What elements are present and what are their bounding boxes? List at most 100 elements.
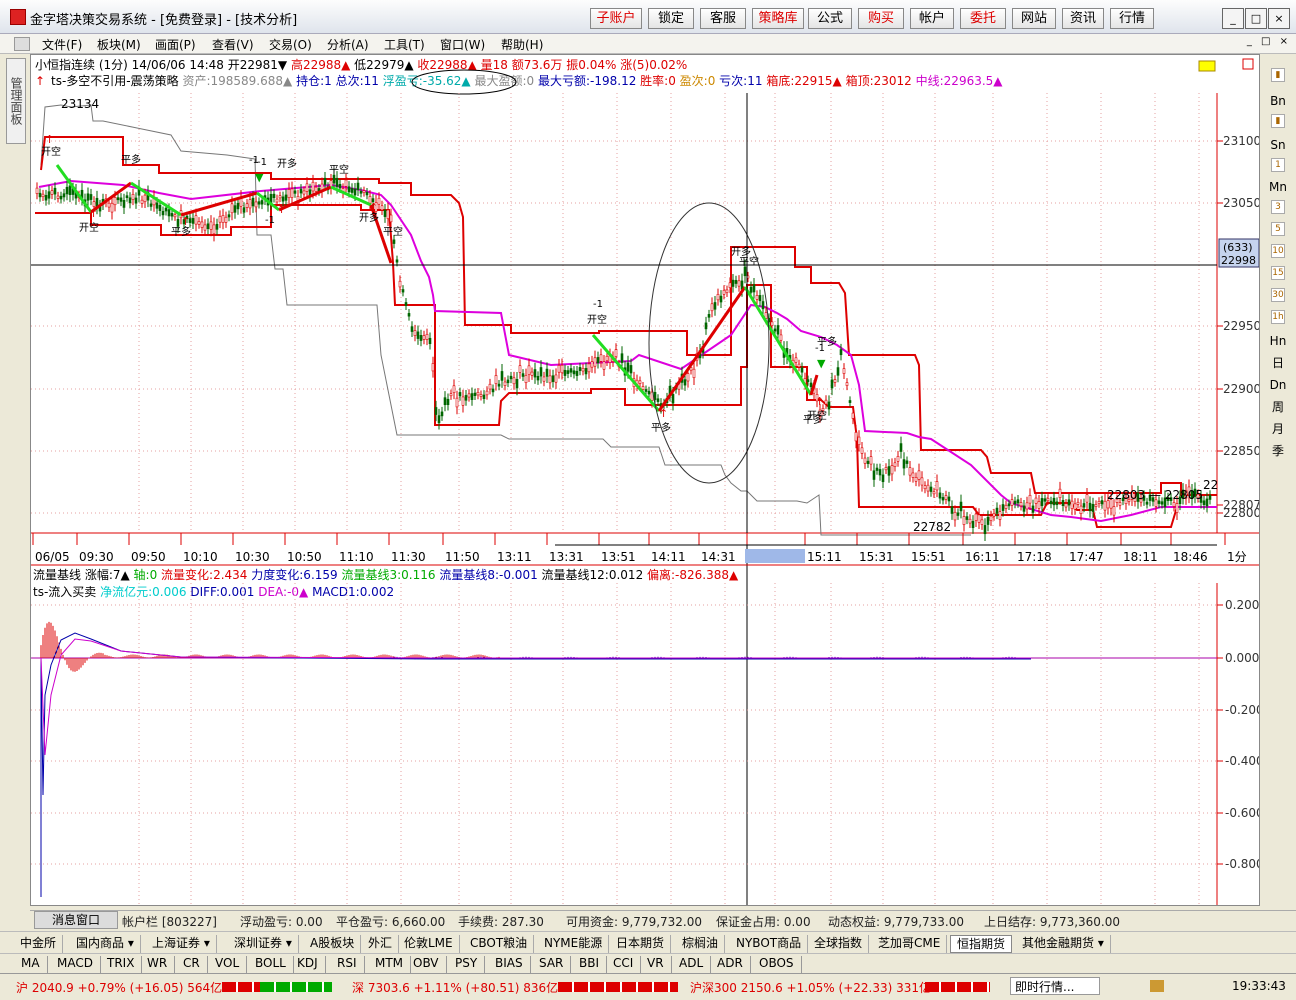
period-button-3[interactable]: Sn xyxy=(1265,136,1291,154)
period-button-4[interactable]: 1 xyxy=(1271,158,1285,172)
price-tick-label: 23050 xyxy=(1223,196,1259,210)
period-button-5[interactable]: Mn xyxy=(1265,178,1291,196)
market-tab-4[interactable]: A股板块 xyxy=(304,935,362,953)
period-button-17[interactable]: 季 xyxy=(1265,442,1291,460)
toolbar-button-0[interactable]: 子账户 xyxy=(590,8,642,29)
maximize-button[interactable]: □ xyxy=(1245,8,1267,29)
indicator-tabs: MA MACD TRIX WR CR VOL BOLL KDJ RSI MTM OBV PSY BIAS… xyxy=(0,953,1296,973)
indicator-tab-mtm[interactable]: MTM xyxy=(368,956,412,973)
menu-item-1[interactable]: 板块(M) xyxy=(97,36,141,53)
close-button[interactable]: × xyxy=(1268,8,1290,29)
market-tab-2[interactable]: 上海证券 ▾ xyxy=(146,935,217,953)
toolbar-button-3[interactable]: 策略库 xyxy=(752,8,804,29)
indicator-tab-obos[interactable]: OBOS xyxy=(752,956,802,973)
message-icon[interactable] xyxy=(1150,980,1164,992)
market-tab-15[interactable]: 其他金融期货 ▾ xyxy=(1016,935,1111,953)
indicator-axis: 0.200 0.000 -0.200 -0.400 -0.600 -0.800 xyxy=(1217,598,1259,871)
period-button-7[interactable]: 5 xyxy=(1271,222,1285,236)
shenzhen-index: 深 7303.6 +1.11% (+80.51) 836亿 xyxy=(352,981,559,995)
ind1-part-0: 流量基线 涨幅:7▲ xyxy=(33,567,130,582)
market-tab-7[interactable]: CBOT粮油 xyxy=(464,935,535,953)
menu-item-7[interactable]: 窗口(W) xyxy=(440,36,485,53)
band-price-label: 22803 — 22805 xyxy=(1107,488,1203,502)
signal-label: 平空 xyxy=(383,225,403,238)
market-tab-6[interactable]: 伦敦LME xyxy=(398,935,460,953)
market-tab-11[interactable]: NYBOT商品 xyxy=(730,935,809,953)
period-button-11[interactable]: 1h xyxy=(1271,310,1285,324)
price-tick-label: 22900 xyxy=(1223,382,1259,396)
indicator-tab-rsi[interactable]: RSI xyxy=(330,956,365,973)
period-button-10[interactable]: 30 xyxy=(1271,288,1285,302)
indicator-tab-adr[interactable]: ADR xyxy=(710,956,751,973)
period-button-12[interactable]: Hn xyxy=(1265,332,1291,350)
period-button-9[interactable]: 15 xyxy=(1271,266,1285,280)
indicator-tab-vol[interactable]: VOL xyxy=(208,956,248,973)
minimize-button[interactable]: _ xyxy=(1222,8,1244,29)
period-button-16[interactable]: 月 xyxy=(1265,420,1291,438)
market-tab-5[interactable]: 外汇 xyxy=(362,935,400,953)
indicator-tab-kdj[interactable]: KDJ xyxy=(290,956,326,973)
indicator-tab-macd[interactable]: MACD xyxy=(50,956,101,973)
message-window-tab[interactable]: 消息窗口 xyxy=(34,911,118,929)
signal-label: 开空 xyxy=(79,221,99,234)
market-tab-3[interactable]: 深圳证券 ▾ xyxy=(228,935,299,953)
toolbar-button-7[interactable]: 委托 xyxy=(960,8,1006,29)
toolbar-button-4[interactable]: 公式 xyxy=(808,8,852,29)
indicator-tab-ma[interactable]: MA xyxy=(14,956,48,973)
ticker-box[interactable]: 即时行情... xyxy=(1010,977,1100,995)
period-button-14[interactable]: Dn xyxy=(1265,376,1291,394)
indicator-tab-cr[interactable]: CR xyxy=(176,956,208,973)
period-button-2[interactable]: ▮ xyxy=(1271,114,1285,128)
menu-item-5[interactable]: 分析(A) xyxy=(327,36,369,53)
period-button-13[interactable]: 日 xyxy=(1265,354,1291,372)
toolbar-button-2[interactable]: 客服 xyxy=(700,8,746,29)
toolbar-button-10[interactable]: 行情 xyxy=(1110,8,1154,29)
toolbar-button-5[interactable]: 购买 xyxy=(858,8,904,29)
market-tab-1[interactable]: 国内商品 ▾ xyxy=(70,935,141,953)
market-tab-14[interactable]: 恒指期货 xyxy=(950,935,1013,953)
period-button-15[interactable]: 周 xyxy=(1265,398,1291,416)
period-button-8[interactable]: 10 xyxy=(1271,244,1285,258)
time-tick-label: 09:50 xyxy=(131,550,166,564)
indicator-tab-boll[interactable]: BOLL xyxy=(248,956,294,973)
indicator-tab-obv[interactable]: OBV xyxy=(406,956,447,973)
toolbar-button-1[interactable]: 锁定 xyxy=(648,8,694,29)
time-tick-label: 17:18 xyxy=(1017,550,1052,564)
signal-arrow-icon: ↑ xyxy=(659,407,668,420)
indicator-tick-label: 0.000 xyxy=(1225,651,1259,665)
indicator-tab-cci[interactable]: CCI xyxy=(606,956,642,973)
menu-item-6[interactable]: 工具(T) xyxy=(384,36,425,53)
market-tab-12[interactable]: 全球指数 xyxy=(808,935,870,953)
period-button-6[interactable]: 3 xyxy=(1271,200,1285,214)
menu-item-4[interactable]: 交易(O) xyxy=(269,36,312,53)
toolbar-button-9[interactable]: 资讯 xyxy=(1062,8,1104,29)
indicator-tab-adl[interactable]: ADL xyxy=(672,956,712,973)
menu-item-2[interactable]: 画面(P) xyxy=(155,36,196,53)
market-tab-8[interactable]: NYME能源 xyxy=(538,935,610,953)
restore-icon[interactable] xyxy=(1242,58,1254,70)
market-tab-0[interactable]: 中金所 xyxy=(14,935,64,953)
time-axis: 06/05 09:30 09:50 10:10 10:30 10:50 11:10 11:30… xyxy=(32,533,1247,564)
indicator-tab-bias[interactable]: BIAS xyxy=(488,956,531,973)
toolbar-button-6[interactable]: 帐户 xyxy=(910,8,954,29)
indicator-tab-trix[interactable]: TRIX xyxy=(100,956,143,973)
period-button-0[interactable]: ▮ xyxy=(1271,68,1285,82)
menu-item-8[interactable]: 帮助(H) xyxy=(501,36,543,53)
price-axis: 23100230502295022900228502280722800 xyxy=(1217,134,1259,520)
menu-item-3[interactable]: 查看(V) xyxy=(212,36,254,53)
indicator-tab-bbi[interactable]: BBI xyxy=(572,956,608,973)
mdi-window-controls[interactable]: _ □ × xyxy=(1247,36,1288,47)
toolbar-button-8[interactable]: 网站 xyxy=(1012,8,1056,29)
period-button-1[interactable]: Bn xyxy=(1265,92,1291,110)
indicator-tab-psy[interactable]: PSY xyxy=(448,956,486,973)
chart-area[interactable]: 小恒指连续 (1分) 14/06/06 14:48 开22981▼ 高22988… xyxy=(30,54,1260,906)
indicator-tab-vr[interactable]: VR xyxy=(640,956,672,973)
market-tab-10[interactable]: 棕榈油 xyxy=(676,935,726,953)
pencil-icon[interactable] xyxy=(1198,60,1216,72)
indicator-tab-sar[interactable]: SAR xyxy=(532,956,572,973)
menu-item-0[interactable]: 文件(F) xyxy=(42,36,82,53)
indicator-tab-wr[interactable]: WR xyxy=(140,956,176,973)
market-tab-9[interactable]: 日本期货 xyxy=(610,935,672,953)
market-tab-13[interactable]: 芝加哥CME xyxy=(872,935,948,953)
management-panel-tab[interactable]: 管理面板 xyxy=(6,58,26,144)
